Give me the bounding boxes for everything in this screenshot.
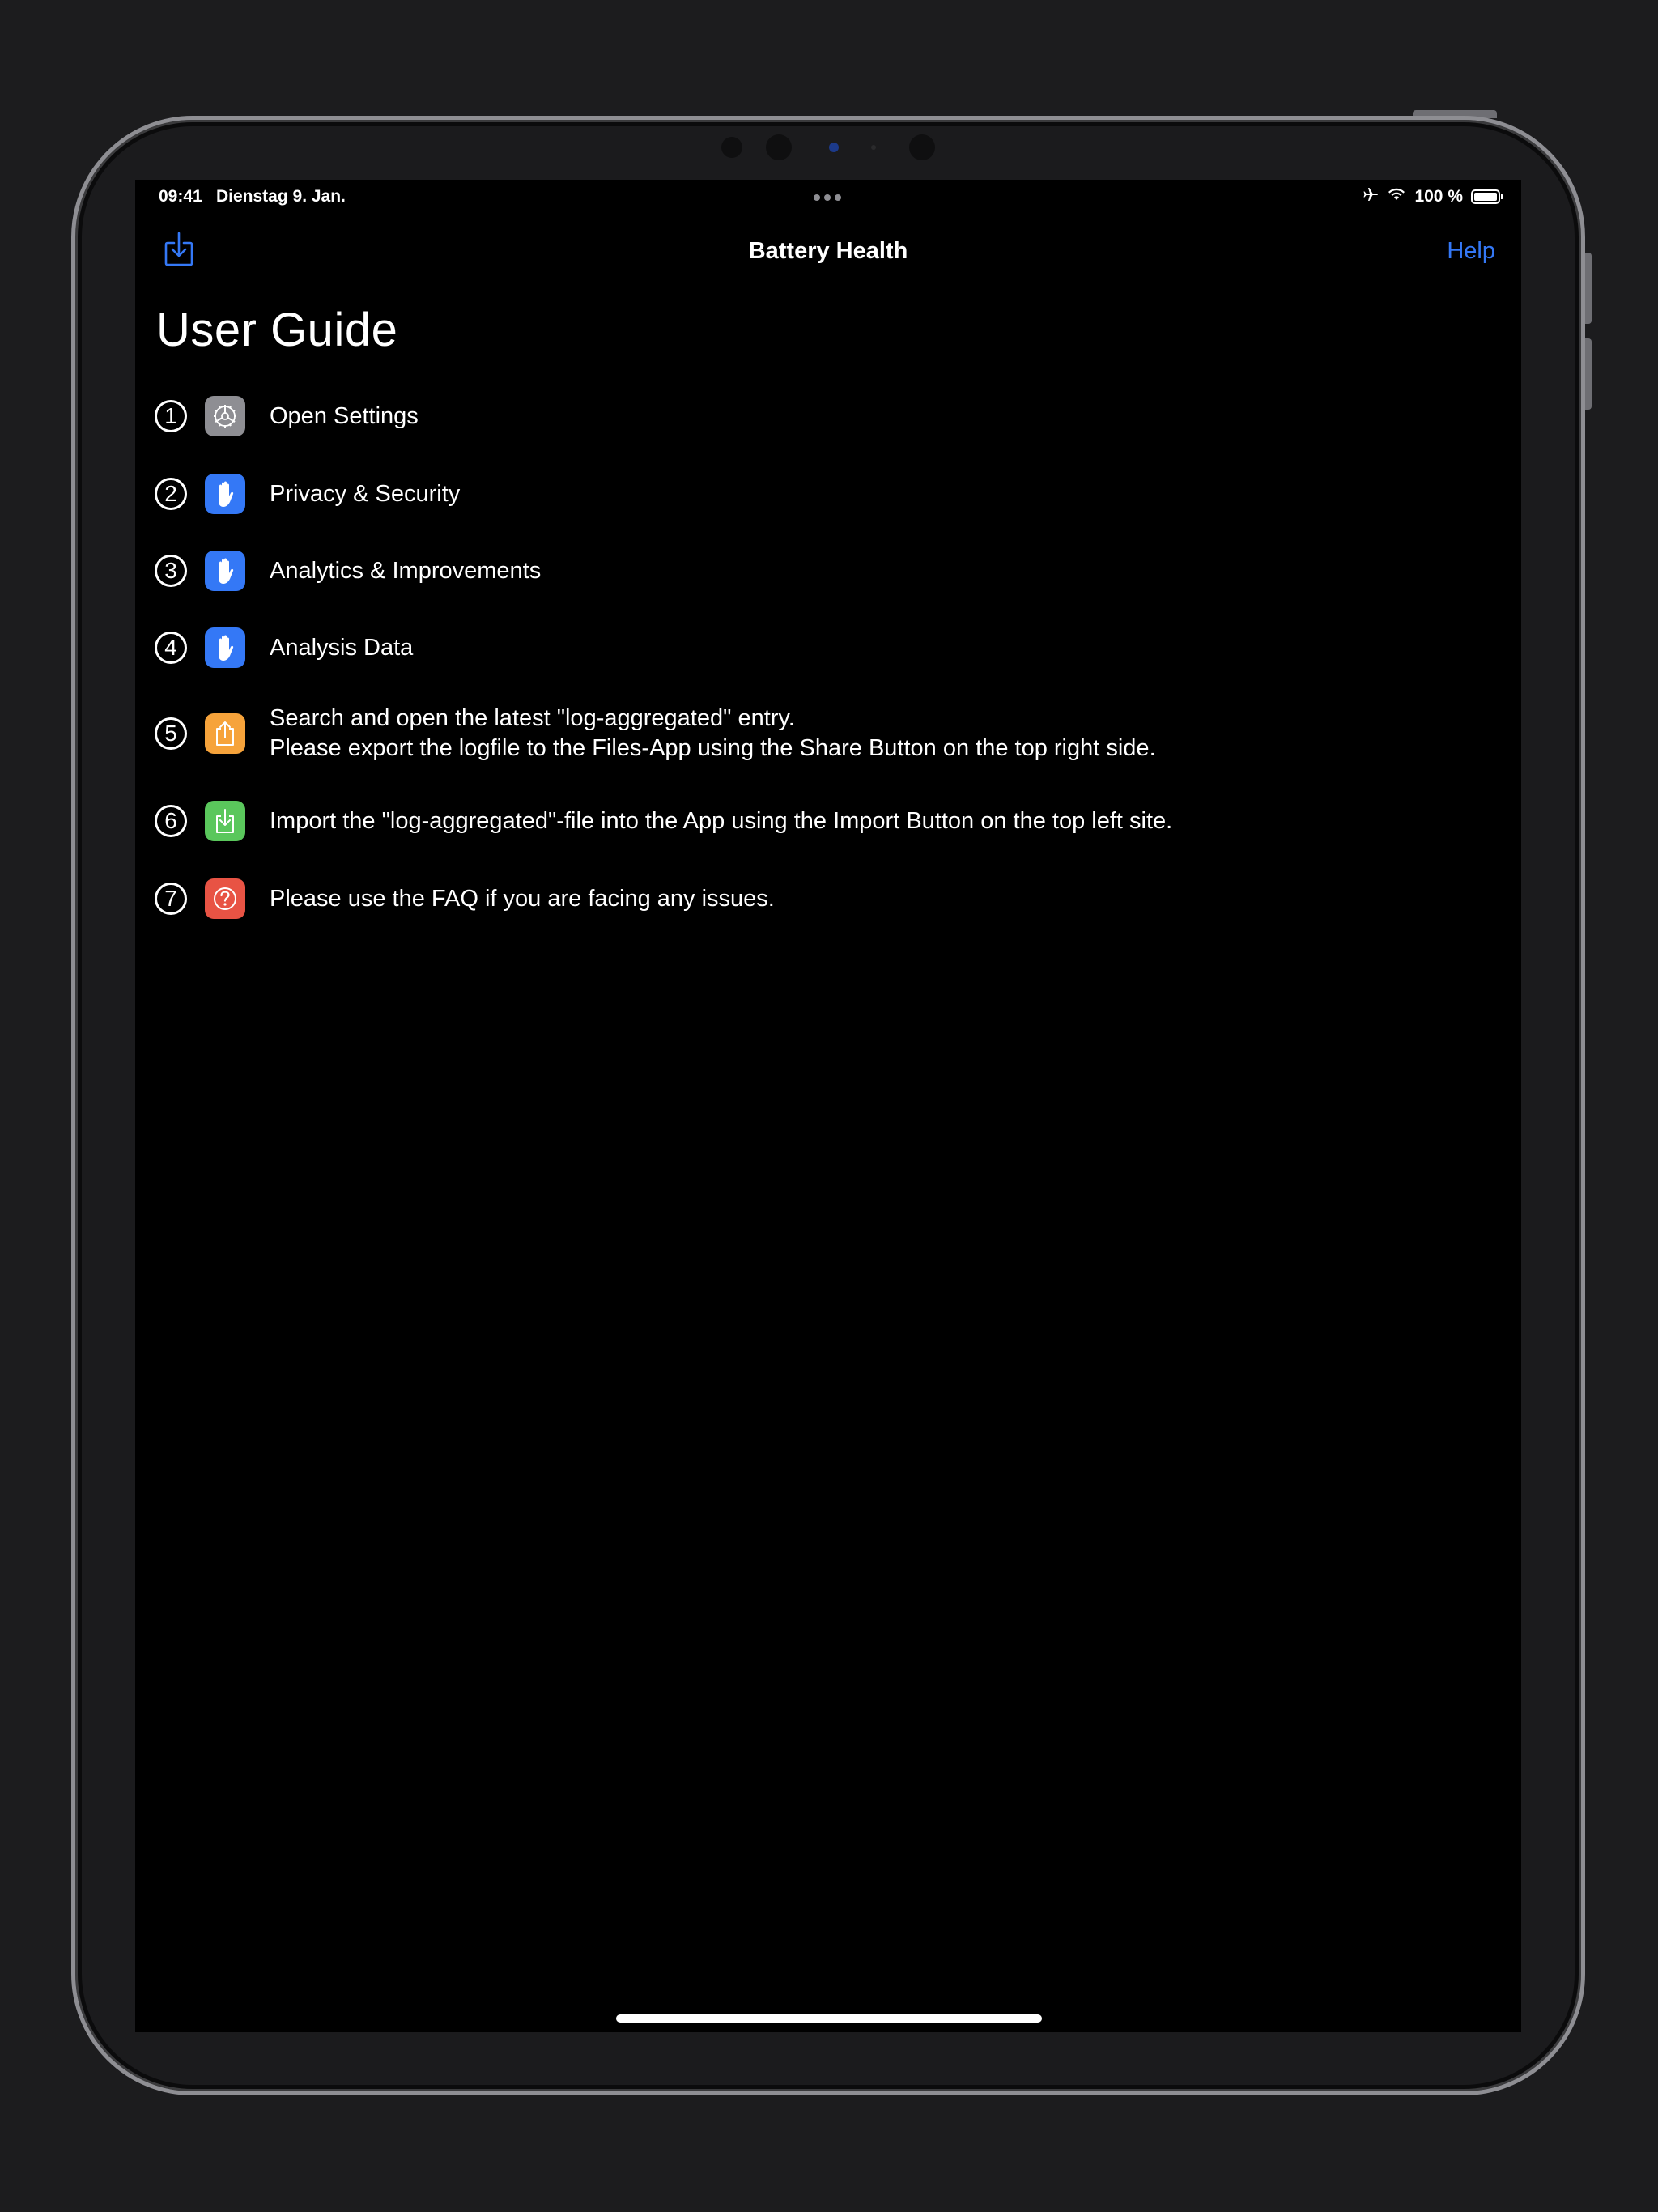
step-text: Analysis Data [270,633,413,663]
step-row: 1 Open Settings [155,396,419,436]
step-text-line: Please use the FAQ if you are facing any… [270,885,775,912]
nav-title: Battery Health [748,238,908,264]
volume-up-button [1585,253,1592,324]
step-text-line: Analysis Data [270,634,414,661]
step-text: Import the "log-aggregated"-file into th… [270,806,1172,836]
step-text-line: Privacy & Security [270,480,461,507]
step-number: 4 [155,632,187,664]
help-button[interactable]: Help [1447,238,1495,265]
step-row: 4 Analysis Data [155,627,413,668]
step-text: Please use the FAQ if you are facing any… [270,884,775,914]
navigation-bar: Battery Health Help [135,227,1521,283]
battery-icon [1471,189,1503,204]
hand-icon [205,627,245,668]
airplane-icon [1363,186,1379,207]
step-number: 6 [155,805,187,837]
camera [766,134,792,160]
step-row: 7 Please use the FAQ if you are facing an… [155,878,775,919]
status-bar: 09:41 Dienstag 9. Jan. 100 % [135,180,1521,214]
step-text-line: Analytics & Improvements [270,557,542,584]
status-time: 09:41 [159,187,202,206]
step-text-line: Import the "log-aggregated"-file into th… [270,807,1173,834]
question-icon [205,878,245,919]
step-number: 5 [155,717,187,750]
step-row: 3 Analytics & Improvements [155,551,541,591]
step-text: Search and open the latest "log-aggregat… [270,704,1156,764]
camera-lens [829,143,839,152]
step-text: Open Settings [270,402,419,432]
hand-icon [205,551,245,591]
sensor [909,134,935,160]
step-text-line: Please export the logfile to the Files-A… [270,735,1156,761]
status-date: Dienstag 9. Jan. [216,187,346,206]
step-row: 6 Import the "log-aggregated"-file into t… [155,801,1172,841]
sensor [871,145,876,150]
step-row: 5 Search and open the latest "log-aggrega… [155,704,1156,764]
page-title: User Guide [156,304,398,356]
multitasking-dots[interactable] [814,194,841,201]
step-number: 1 [155,400,187,432]
step-text-line: Open Settings [270,402,419,429]
step-number: 2 [155,478,187,510]
step-text: Analytics & Improvements [270,556,541,586]
home-indicator[interactable] [616,2014,1042,2023]
step-number: 3 [155,555,187,587]
step-text: Privacy & Security [270,479,460,509]
step-number: 7 [155,883,187,915]
share-icon [205,713,245,754]
step-text-line: Search and open the latest "log-aggregat… [270,705,795,731]
volume-down-button [1585,338,1592,410]
status-indicators: 100 % [1363,186,1503,207]
hand-icon [205,474,245,514]
step-row: 2 Privacy & Security [155,474,460,514]
wifi-icon [1387,187,1406,206]
screen: 09:41 Dienstag 9. Jan. 100 % Battery Hea… [135,180,1521,2032]
battery-text: 100 % [1414,187,1463,206]
sensor [721,137,742,158]
import-icon [205,801,245,841]
gear-icon [205,396,245,436]
